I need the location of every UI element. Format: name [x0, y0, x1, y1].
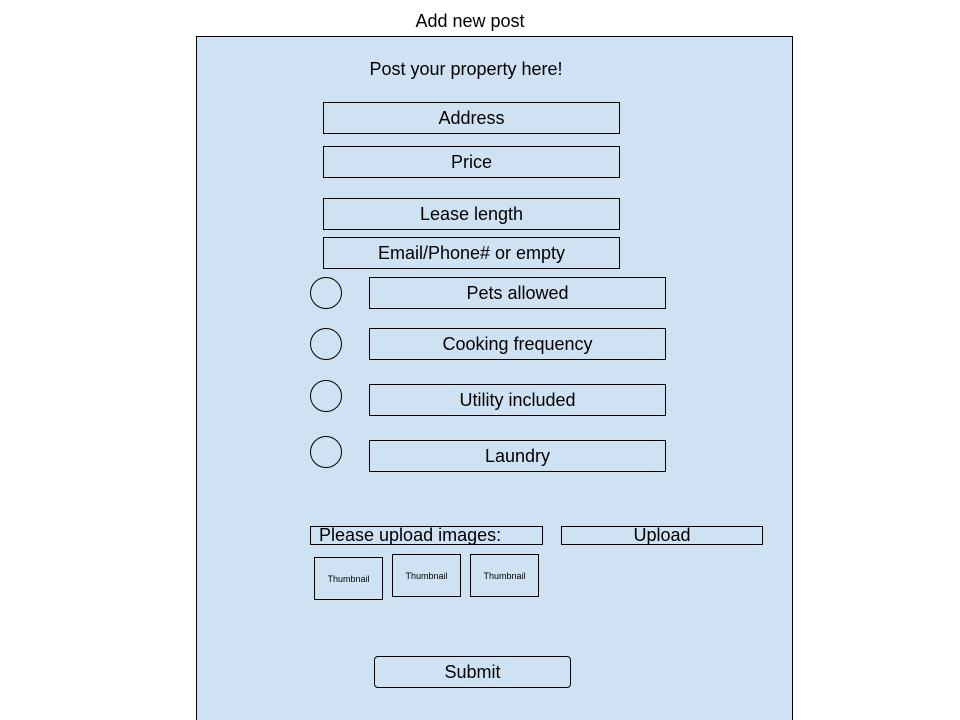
- contact-input[interactable]: [323, 237, 620, 269]
- upload-button[interactable]: Upload: [561, 526, 763, 545]
- form-heading: Post your property here!: [369, 59, 563, 79]
- image-thumbnail[interactable]: Thumbnail: [392, 554, 461, 597]
- upload-images-label: Please upload images:: [310, 526, 543, 545]
- cooking-frequency-label: Cooking frequency: [369, 328, 666, 360]
- laundry-radio[interactable]: [310, 436, 342, 468]
- address-input[interactable]: [323, 102, 620, 134]
- laundry-label: Laundry: [369, 440, 666, 472]
- utility-included-radio[interactable]: [310, 380, 342, 412]
- page-title: Add new post: [415, 11, 525, 31]
- pets-allowed-label: Pets allowed: [369, 277, 666, 309]
- submit-button[interactable]: Submit: [374, 656, 571, 688]
- lease-length-input[interactable]: [323, 198, 620, 230]
- cooking-frequency-radio[interactable]: [310, 328, 342, 360]
- pets-allowed-radio[interactable]: [310, 277, 342, 309]
- price-input[interactable]: [323, 146, 620, 178]
- image-thumbnail[interactable]: Thumbnail: [470, 554, 539, 597]
- utility-included-label: Utility included: [369, 384, 666, 416]
- post-form-panel: Post your property here! Pets allowed Co…: [196, 36, 793, 720]
- image-thumbnail[interactable]: Thumbnail: [314, 557, 383, 600]
- page: Add new post Post your property here! Pe…: [0, 0, 960, 720]
